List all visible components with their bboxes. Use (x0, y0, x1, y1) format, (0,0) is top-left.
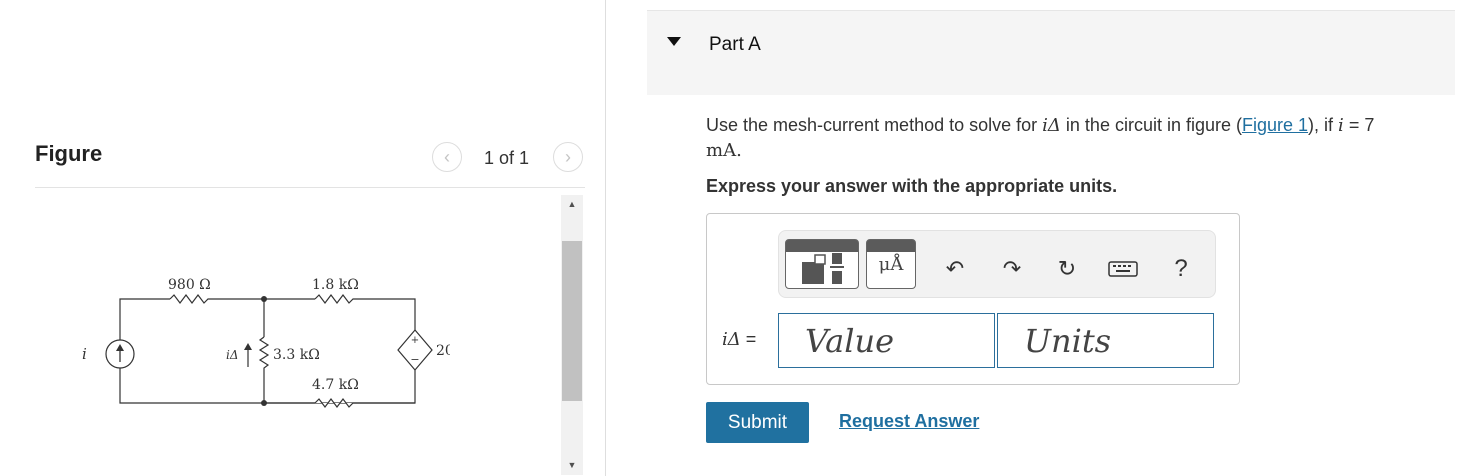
resistor-3-3k (258, 336, 270, 373)
figure-title: Figure (35, 141, 103, 166)
scrollbar-thumb[interactable] (562, 241, 582, 401)
r3-label: 3.3 kΩ (273, 347, 320, 363)
keyboard-icon[interactable] (1108, 254, 1138, 284)
value-input[interactable]: Value (778, 313, 995, 368)
resistor-1-8k (314, 294, 356, 304)
question-post: ), if (1308, 115, 1339, 135)
units-input[interactable]: Units (997, 313, 1214, 368)
submit-button[interactable]: Submit (706, 402, 809, 443)
r1-label: 980 Ω (168, 277, 211, 293)
units-button[interactable]: μÅ (866, 239, 916, 289)
part-title: Part A (709, 34, 761, 55)
request-answer-link[interactable]: Request Answer (839, 411, 979, 432)
dependent-source-label: 200iΔ (436, 343, 450, 359)
svg-text:−: − (410, 353, 419, 366)
circuit-diagram: + − 980 Ω 1.8 kΩ 3.3 kΩ 4.7 kΩ i iΔ 200i… (82, 277, 450, 408)
collapse-caret-icon[interactable] (667, 37, 681, 46)
undo-icon[interactable]: ↶ (940, 254, 970, 284)
source-current-label: i (82, 345, 87, 363)
instruction: Express your answer with the appropriate… (706, 176, 1118, 196)
figure-divider (35, 187, 585, 188)
chevron-left-icon: ‹ (444, 146, 450, 167)
question-pre: Use the mesh-current method to solve for (706, 115, 1043, 135)
redo-icon[interactable]: ↷ (997, 254, 1027, 284)
units-icon: μÅ (878, 254, 904, 275)
next-figure-button[interactable]: › (553, 142, 583, 172)
r2-label: 1.8 kΩ (312, 277, 359, 293)
templates-icon (802, 253, 844, 284)
answer-variable: iΔ (722, 329, 741, 350)
figure-counter: 1 of 1 (484, 148, 530, 168)
question-variable: iΔ (1042, 115, 1061, 136)
scroll-down-icon[interactable]: ▼ (561, 456, 583, 474)
chevron-right-icon: › (565, 146, 571, 167)
part-header[interactable] (647, 10, 1455, 95)
node (261, 296, 267, 302)
prev-figure-button[interactable]: ‹ (432, 142, 462, 172)
equals-sign: = (745, 329, 757, 349)
figure-link[interactable]: Figure 1 (1242, 115, 1308, 135)
question-eq: = 7 (1343, 115, 1375, 135)
branch-current-label: iΔ (226, 348, 239, 362)
resistor-980 (169, 294, 211, 304)
help-icon[interactable]: ? (1166, 254, 1196, 284)
panel-divider (605, 0, 606, 476)
question-text: Use the mesh-current method to solve for… (706, 113, 1446, 163)
r4-label: 4.7 kΩ (312, 377, 359, 393)
question-unit: mA. (706, 140, 742, 161)
node (261, 400, 267, 406)
question-mid: in the circuit in figure ( (1060, 115, 1242, 135)
svg-text:+: + (411, 335, 419, 346)
reset-icon[interactable]: ↻ (1052, 254, 1082, 284)
answer-variable-label: iΔ = (722, 329, 756, 350)
templates-button[interactable] (785, 239, 859, 289)
scroll-up-icon[interactable]: ▲ (561, 195, 583, 213)
resistor-4-7k (314, 398, 356, 408)
